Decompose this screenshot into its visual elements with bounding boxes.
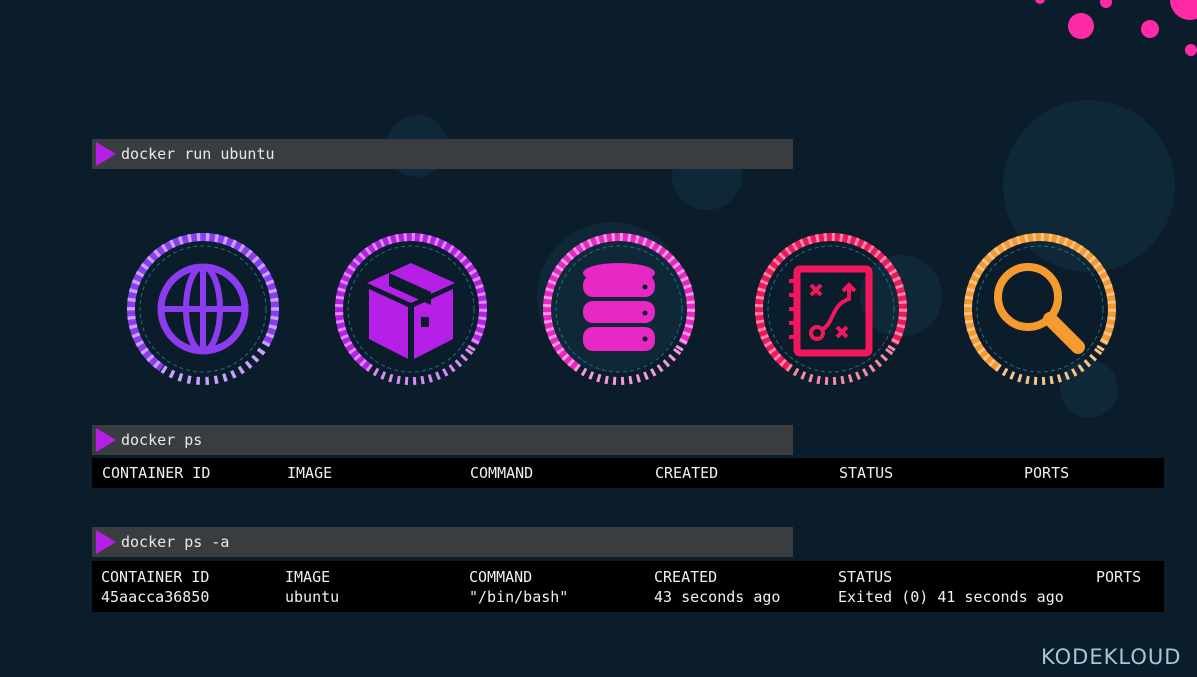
output-header-row: CONTAINER ID IMAGE COMMAND CREATED STATU… <box>92 567 1164 587</box>
header-ports: PORTS <box>1096 568 1142 586</box>
database-icon <box>543 233 695 385</box>
header-image: IMAGE <box>285 568 331 586</box>
ps-all-output: CONTAINER ID IMAGE COMMAND CREATED STATU… <box>92 561 1164 612</box>
header-image: IMAGE <box>287 464 333 482</box>
decorative-dot <box>1141 20 1159 38</box>
package-box-icon-badge <box>331 229 491 389</box>
header-ports: PORTS <box>1024 464 1070 482</box>
prompt-arrow-icon <box>96 428 116 452</box>
strategy-board-icon <box>755 233 907 385</box>
output-data-row: 45aacca36850 ubuntu "/bin/bash" 43 secon… <box>92 587 1164 607</box>
cell-command: "/bin/bash" <box>469 588 569 606</box>
decorative-dot <box>1185 44 1197 56</box>
cell-created: 43 seconds ago <box>654 588 781 606</box>
magnifier-icon-badge <box>960 229 1120 389</box>
globe-icon <box>127 233 279 385</box>
decorative-dot <box>1100 0 1112 8</box>
decorative-dot <box>1170 0 1197 20</box>
header-container-id: CONTAINER ID <box>101 568 210 586</box>
header-container-id: CONTAINER ID <box>102 464 211 482</box>
decorative-dot <box>1035 0 1045 4</box>
prompt-arrow-icon <box>96 142 116 166</box>
header-created: CREATED <box>655 464 719 482</box>
package-box-icon <box>335 233 487 385</box>
output-header-row: CONTAINER ID IMAGE COMMAND CREATED STATU… <box>92 463 1164 483</box>
header-command: COMMAND <box>469 568 533 586</box>
cell-image: ubuntu <box>285 588 340 606</box>
strategy-board-icon-badge <box>751 229 911 389</box>
header-status: STATUS <box>839 464 894 482</box>
prompt-arrow-icon <box>96 530 116 554</box>
globe-icon-badge <box>123 229 283 389</box>
kodekloud-logo: KODEKLOUD <box>1041 645 1182 669</box>
ps-output: CONTAINER ID IMAGE COMMAND CREATED STATU… <box>92 458 1164 488</box>
command-text: docker ps <box>121 431 203 449</box>
magnifier-icon <box>964 233 1117 385</box>
command-bar-ps: docker ps <box>92 425 793 455</box>
command-text: docker ps -a <box>121 533 230 551</box>
header-created: CREATED <box>654 568 718 586</box>
cell-status: Exited (0) 41 seconds ago <box>838 588 1064 606</box>
header-status: STATUS <box>838 568 893 586</box>
header-command: COMMAND <box>470 464 534 482</box>
database-icon-badge <box>539 229 699 389</box>
decorative-dot <box>1068 13 1094 39</box>
command-bar-ps-all: docker ps -a <box>92 527 793 557</box>
command-text: docker run ubuntu <box>121 145 275 163</box>
cell-container-id: 45aacca36850 <box>101 588 210 606</box>
command-bar-run: docker run ubuntu <box>92 139 793 169</box>
